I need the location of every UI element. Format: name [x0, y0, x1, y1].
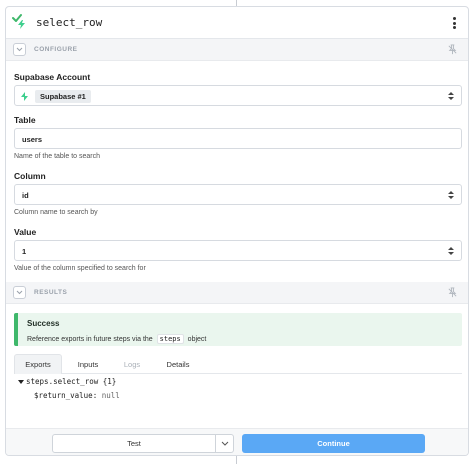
caret-down-icon[interactable] [18, 380, 24, 384]
tab-exports[interactable]: Exports [14, 354, 62, 374]
results-section-bar[interactable]: RESULTS [6, 282, 468, 304]
step-footer: Test Continue [6, 428, 468, 455]
step-header: select_row [6, 7, 468, 39]
return-value-value: null [101, 391, 120, 400]
column-select[interactable]: id [14, 184, 462, 205]
pin-off-icon[interactable] [447, 287, 458, 298]
return-value-key: $return_value: [34, 391, 98, 400]
step-title[interactable]: select_row [36, 16, 102, 29]
sort-arrows-icon [448, 92, 454, 100]
tab-inputs[interactable]: Inputs [64, 354, 112, 374]
tab-logs[interactable]: Logs [110, 354, 154, 374]
results-tabs: Exports Inputs Logs Details [14, 354, 462, 374]
table-value: users [22, 135, 43, 144]
success-title: Success [27, 319, 60, 328]
connector-line-bottom [236, 456, 237, 464]
exports-root: steps.select_row {1} [26, 377, 117, 386]
table-label: Table [14, 115, 36, 125]
sort-arrows-icon [448, 247, 454, 255]
success-text-before: Reference exports in future steps via th… [27, 336, 153, 343]
account-chip: Supabase #1 [35, 90, 91, 103]
value-value: 1 [22, 247, 27, 256]
sort-arrows-icon [448, 191, 454, 199]
chevron-down-icon[interactable] [13, 286, 26, 299]
success-text-after: object [187, 336, 207, 343]
configure-label: CONFIGURE [34, 46, 78, 53]
configure-section-bar[interactable]: CONFIGURE [6, 39, 468, 61]
success-alert: Success Reference exports in future step… [14, 313, 462, 346]
column-help: Column name to search by [14, 209, 98, 216]
success-message: Reference exports in future steps via th… [27, 334, 206, 344]
supabase-account-label: Supabase Account [14, 72, 91, 82]
test-button[interactable]: Test [52, 434, 216, 453]
zap-check-icon [12, 14, 25, 29]
table-input[interactable]: users [14, 128, 462, 149]
pin-off-icon[interactable] [447, 44, 458, 55]
results-label: RESULTS [34, 289, 68, 296]
steps-code: steps [156, 334, 184, 344]
chevron-down-icon [221, 441, 228, 446]
test-dropdown-button[interactable] [216, 434, 234, 453]
return-value-row: $return_value: null [34, 391, 120, 400]
value-input[interactable]: 1 [14, 240, 462, 261]
kebab-menu-icon[interactable] [450, 15, 458, 31]
value-label: Value [14, 227, 37, 237]
supabase-account-select[interactable]: Supabase #1 [14, 85, 462, 106]
value-help: Value of the column specified to search … [14, 265, 146, 272]
table-help: Name of the table to search [14, 153, 100, 160]
step-card: select_row CONFIGURE Supabase Account Su… [5, 6, 469, 456]
tab-details[interactable]: Details [154, 354, 202, 374]
continue-button[interactable]: Continue [242, 434, 425, 453]
chevron-down-icon[interactable] [13, 43, 26, 56]
column-value: id [22, 191, 29, 200]
exports-root-row[interactable]: steps.select_row {1} [18, 377, 116, 386]
column-label: Column [14, 171, 46, 181]
supabase-icon [21, 92, 28, 101]
